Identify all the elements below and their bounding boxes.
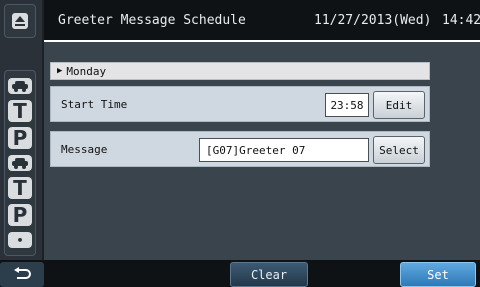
status-icon-column: T P T P •: [4, 70, 36, 256]
start-time-value: 23:58: [325, 93, 369, 117]
car-icon: [8, 154, 32, 171]
date-display: 11/27/2013(Wed): [314, 12, 432, 28]
side-icon-strip: T P T P •: [0, 0, 44, 260]
header-bar: Greeter Message Schedule 11/27/2013(Wed)…: [44, 0, 480, 42]
t-icon: T: [8, 176, 32, 199]
clear-button[interactable]: Clear: [230, 262, 308, 287]
clock-display: 14:42: [442, 12, 480, 28]
dot-icon: •: [8, 232, 32, 249]
footer-bar: Clear Set: [0, 260, 480, 287]
page-title: Greeter Message Schedule: [58, 12, 246, 28]
eject-button[interactable]: [4, 4, 36, 38]
day-selector[interactable]: ▶ Monday: [50, 62, 430, 80]
p-icon: P: [8, 127, 32, 150]
message-row: Message [G07]Greeter 07 Select: [50, 131, 430, 167]
return-arrow-icon: [14, 266, 31, 279]
start-time-row: Start Time 23:58 Edit: [50, 86, 430, 122]
back-button[interactable]: [0, 262, 44, 287]
message-value: [G07]Greeter 07: [199, 138, 369, 162]
car-icon: [8, 77, 32, 94]
eject-icon: [12, 13, 28, 29]
p-icon: P: [8, 204, 32, 227]
start-time-label: Start Time: [61, 98, 128, 111]
message-label: Message: [61, 143, 108, 156]
edit-button[interactable]: Edit: [373, 91, 425, 119]
day-label: Monday: [66, 64, 107, 78]
select-button[interactable]: Select: [373, 136, 425, 164]
schedule-panel: ▶ Monday Start Time 23:58 Edit Message […: [44, 42, 480, 260]
t-icon: T: [8, 99, 32, 122]
triangle-right-icon: ▶: [57, 66, 63, 76]
set-button[interactable]: Set: [400, 262, 476, 287]
